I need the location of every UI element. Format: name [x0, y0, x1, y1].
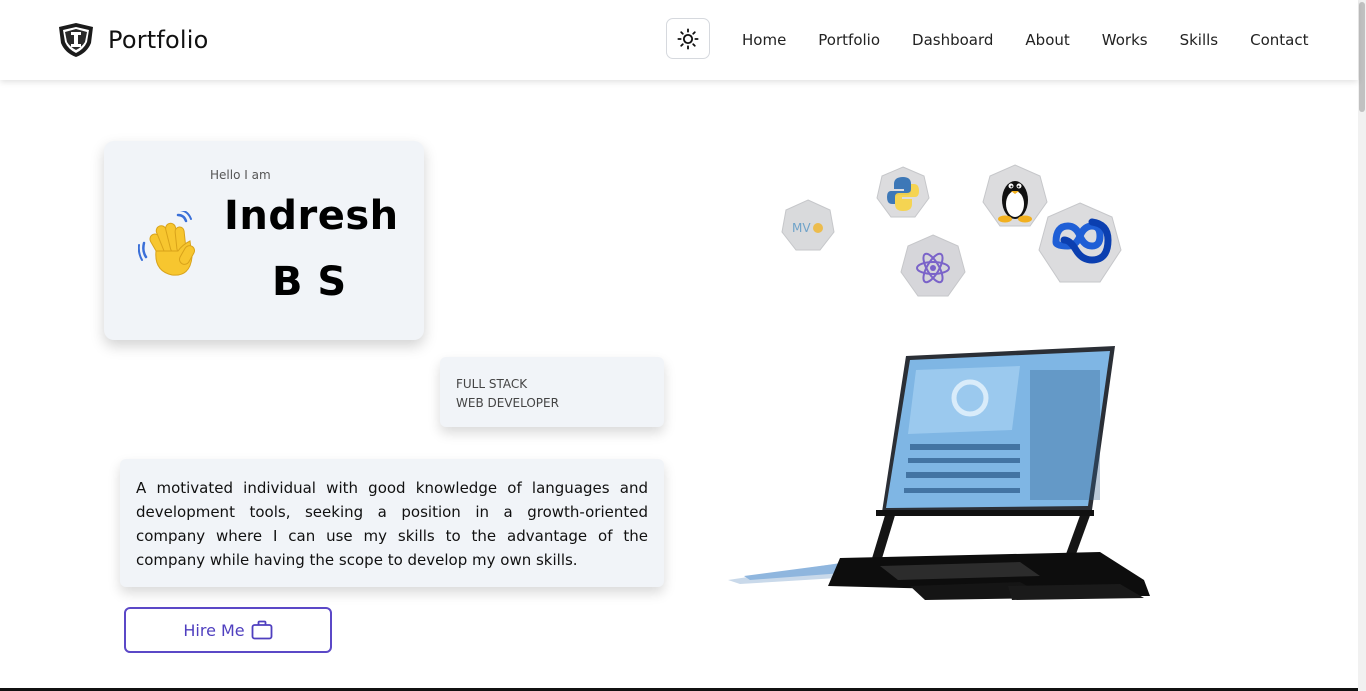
role-line-1: FULL STACK	[456, 377, 528, 391]
visual-studio-icon	[1038, 202, 1122, 283]
shield-logo-icon	[59, 23, 93, 57]
role-line-2: WEB DEVELOPER	[456, 396, 559, 410]
page-scrollbar[interactable]	[1358, 0, 1366, 691]
react-icon	[900, 234, 966, 297]
svg-text:MV: MV	[792, 221, 811, 235]
greeting-text: Hello I am	[210, 168, 271, 182]
about-card: A motivated individual with good knowled…	[120, 459, 664, 587]
waving-hand-icon	[138, 211, 195, 276]
hire-me-label: Hire Me	[183, 620, 245, 640]
mvc-icon: MV	[781, 199, 835, 251]
hero-illustration: MV	[720, 150, 1160, 620]
nav-home[interactable]: Home	[742, 30, 786, 50]
name-last: B S	[272, 259, 347, 305]
brand[interactable]: Portfolio	[56, 22, 209, 58]
theme-toggle-button[interactable]	[666, 18, 710, 59]
brand-name: Portfolio	[108, 26, 209, 54]
briefcase-icon	[251, 620, 273, 640]
nav-works[interactable]: Works	[1102, 30, 1148, 50]
hire-me-button[interactable]: Hire Me	[124, 607, 332, 653]
nav-skills[interactable]: Skills	[1180, 30, 1219, 50]
nav-links: Home Portfolio Dashboard About Works Ski…	[742, 30, 1308, 50]
nav-portfolio[interactable]: Portfolio	[818, 30, 880, 50]
role-card: FULL STACK WEB DEVELOPER	[440, 357, 664, 427]
scrollbar-thumb[interactable]	[1359, 2, 1365, 112]
about-text: A motivated individual with good knowled…	[136, 479, 648, 569]
nav-about[interactable]: About	[1025, 30, 1069, 50]
navbar: Portfolio Home Portfolio Dashboard About…	[0, 0, 1358, 80]
python-icon	[876, 166, 930, 218]
nav-contact[interactable]: Contact	[1250, 30, 1308, 50]
name-first: Indresh	[224, 193, 399, 239]
nav-dashboard[interactable]: Dashboard	[912, 30, 993, 50]
intro-card: Hello I am Indresh B S	[104, 141, 424, 340]
sun-icon	[677, 27, 699, 50]
laptop-illustration	[728, 346, 1150, 600]
